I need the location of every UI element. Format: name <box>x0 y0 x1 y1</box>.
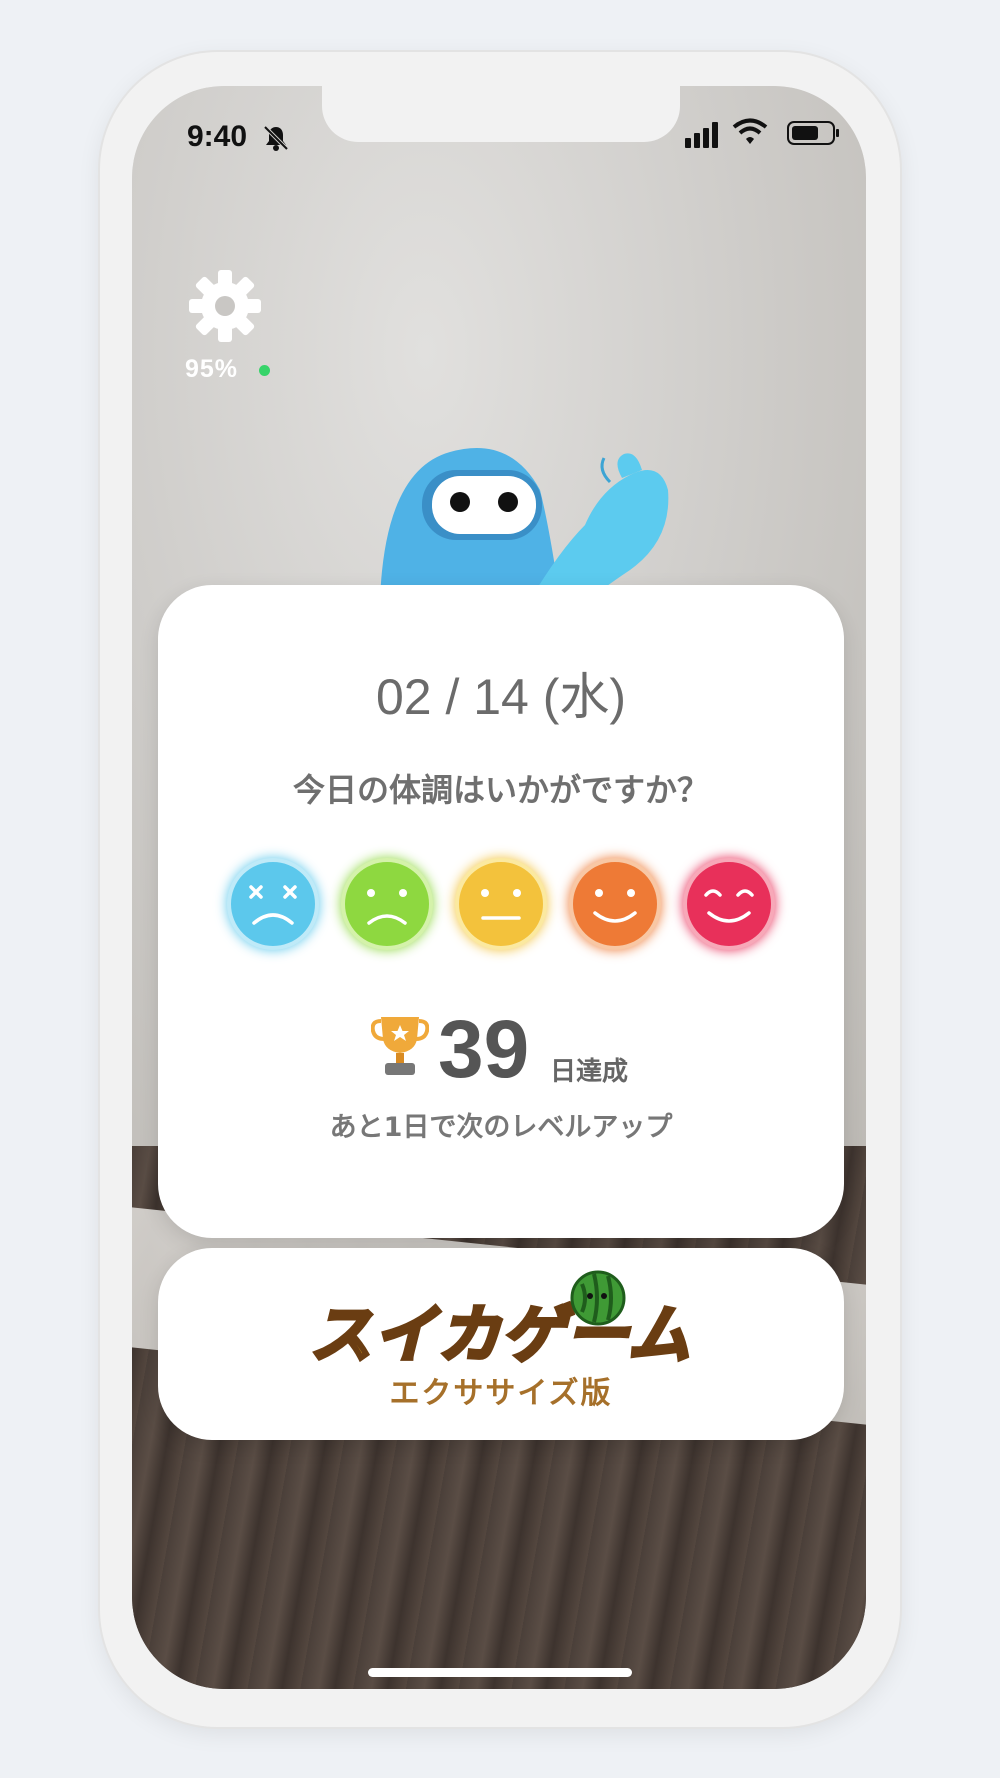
battery-icon <box>787 121 839 145</box>
dizzy-face-icon[interactable] <box>226 857 320 951</box>
status-time: 9:40 <box>187 120 248 153</box>
condition-question: 今日の体調はいかがですか？ <box>292 771 709 809</box>
wifi-icon <box>732 118 768 144</box>
streak-summary: 39 日達成 <box>158 1004 844 1095</box>
battery-percent: 95% <box>185 355 239 383</box>
home-indicator[interactable] <box>368 1668 632 1677</box>
blue-ninja-mascot-icon <box>380 447 669 600</box>
sad-face-icon[interactable] <box>340 857 434 951</box>
bell-slash-icon <box>263 125 289 151</box>
neutral-face-icon[interactable] <box>454 857 548 951</box>
streak-unit: 日達成 <box>550 1057 629 1087</box>
game-title: スイカゲーム <box>308 1296 693 1373</box>
settings-button[interactable] <box>187 268 263 344</box>
smile-face-icon[interactable] <box>568 857 662 951</box>
next-level-text: あと1日で次のレベルアップ <box>329 1112 673 1143</box>
condition-face-picker <box>226 857 776 957</box>
happy-face-icon[interactable] <box>682 857 776 951</box>
connection-status-dot <box>259 365 270 376</box>
status-bar: 9:40 <box>132 110 866 160</box>
streak-days: 39 <box>438 1004 530 1095</box>
daily-checkin-card: 02 / 14 (水) 今日の体調はいかがですか？ 39 日達成 あと1日で次の… <box>158 585 844 1238</box>
gear-icon <box>189 270 261 342</box>
trophy-icon <box>371 1017 429 1075</box>
suika-game-banner[interactable]: スイカゲーム エクササイズ版 <box>158 1248 844 1440</box>
signal-bars-icon <box>685 122 718 148</box>
watermelon-icon <box>570 1270 626 1326</box>
game-subtitle: エクササイズ版 <box>389 1376 613 1411</box>
date-label: 02 / 14 (水) <box>375 669 627 725</box>
